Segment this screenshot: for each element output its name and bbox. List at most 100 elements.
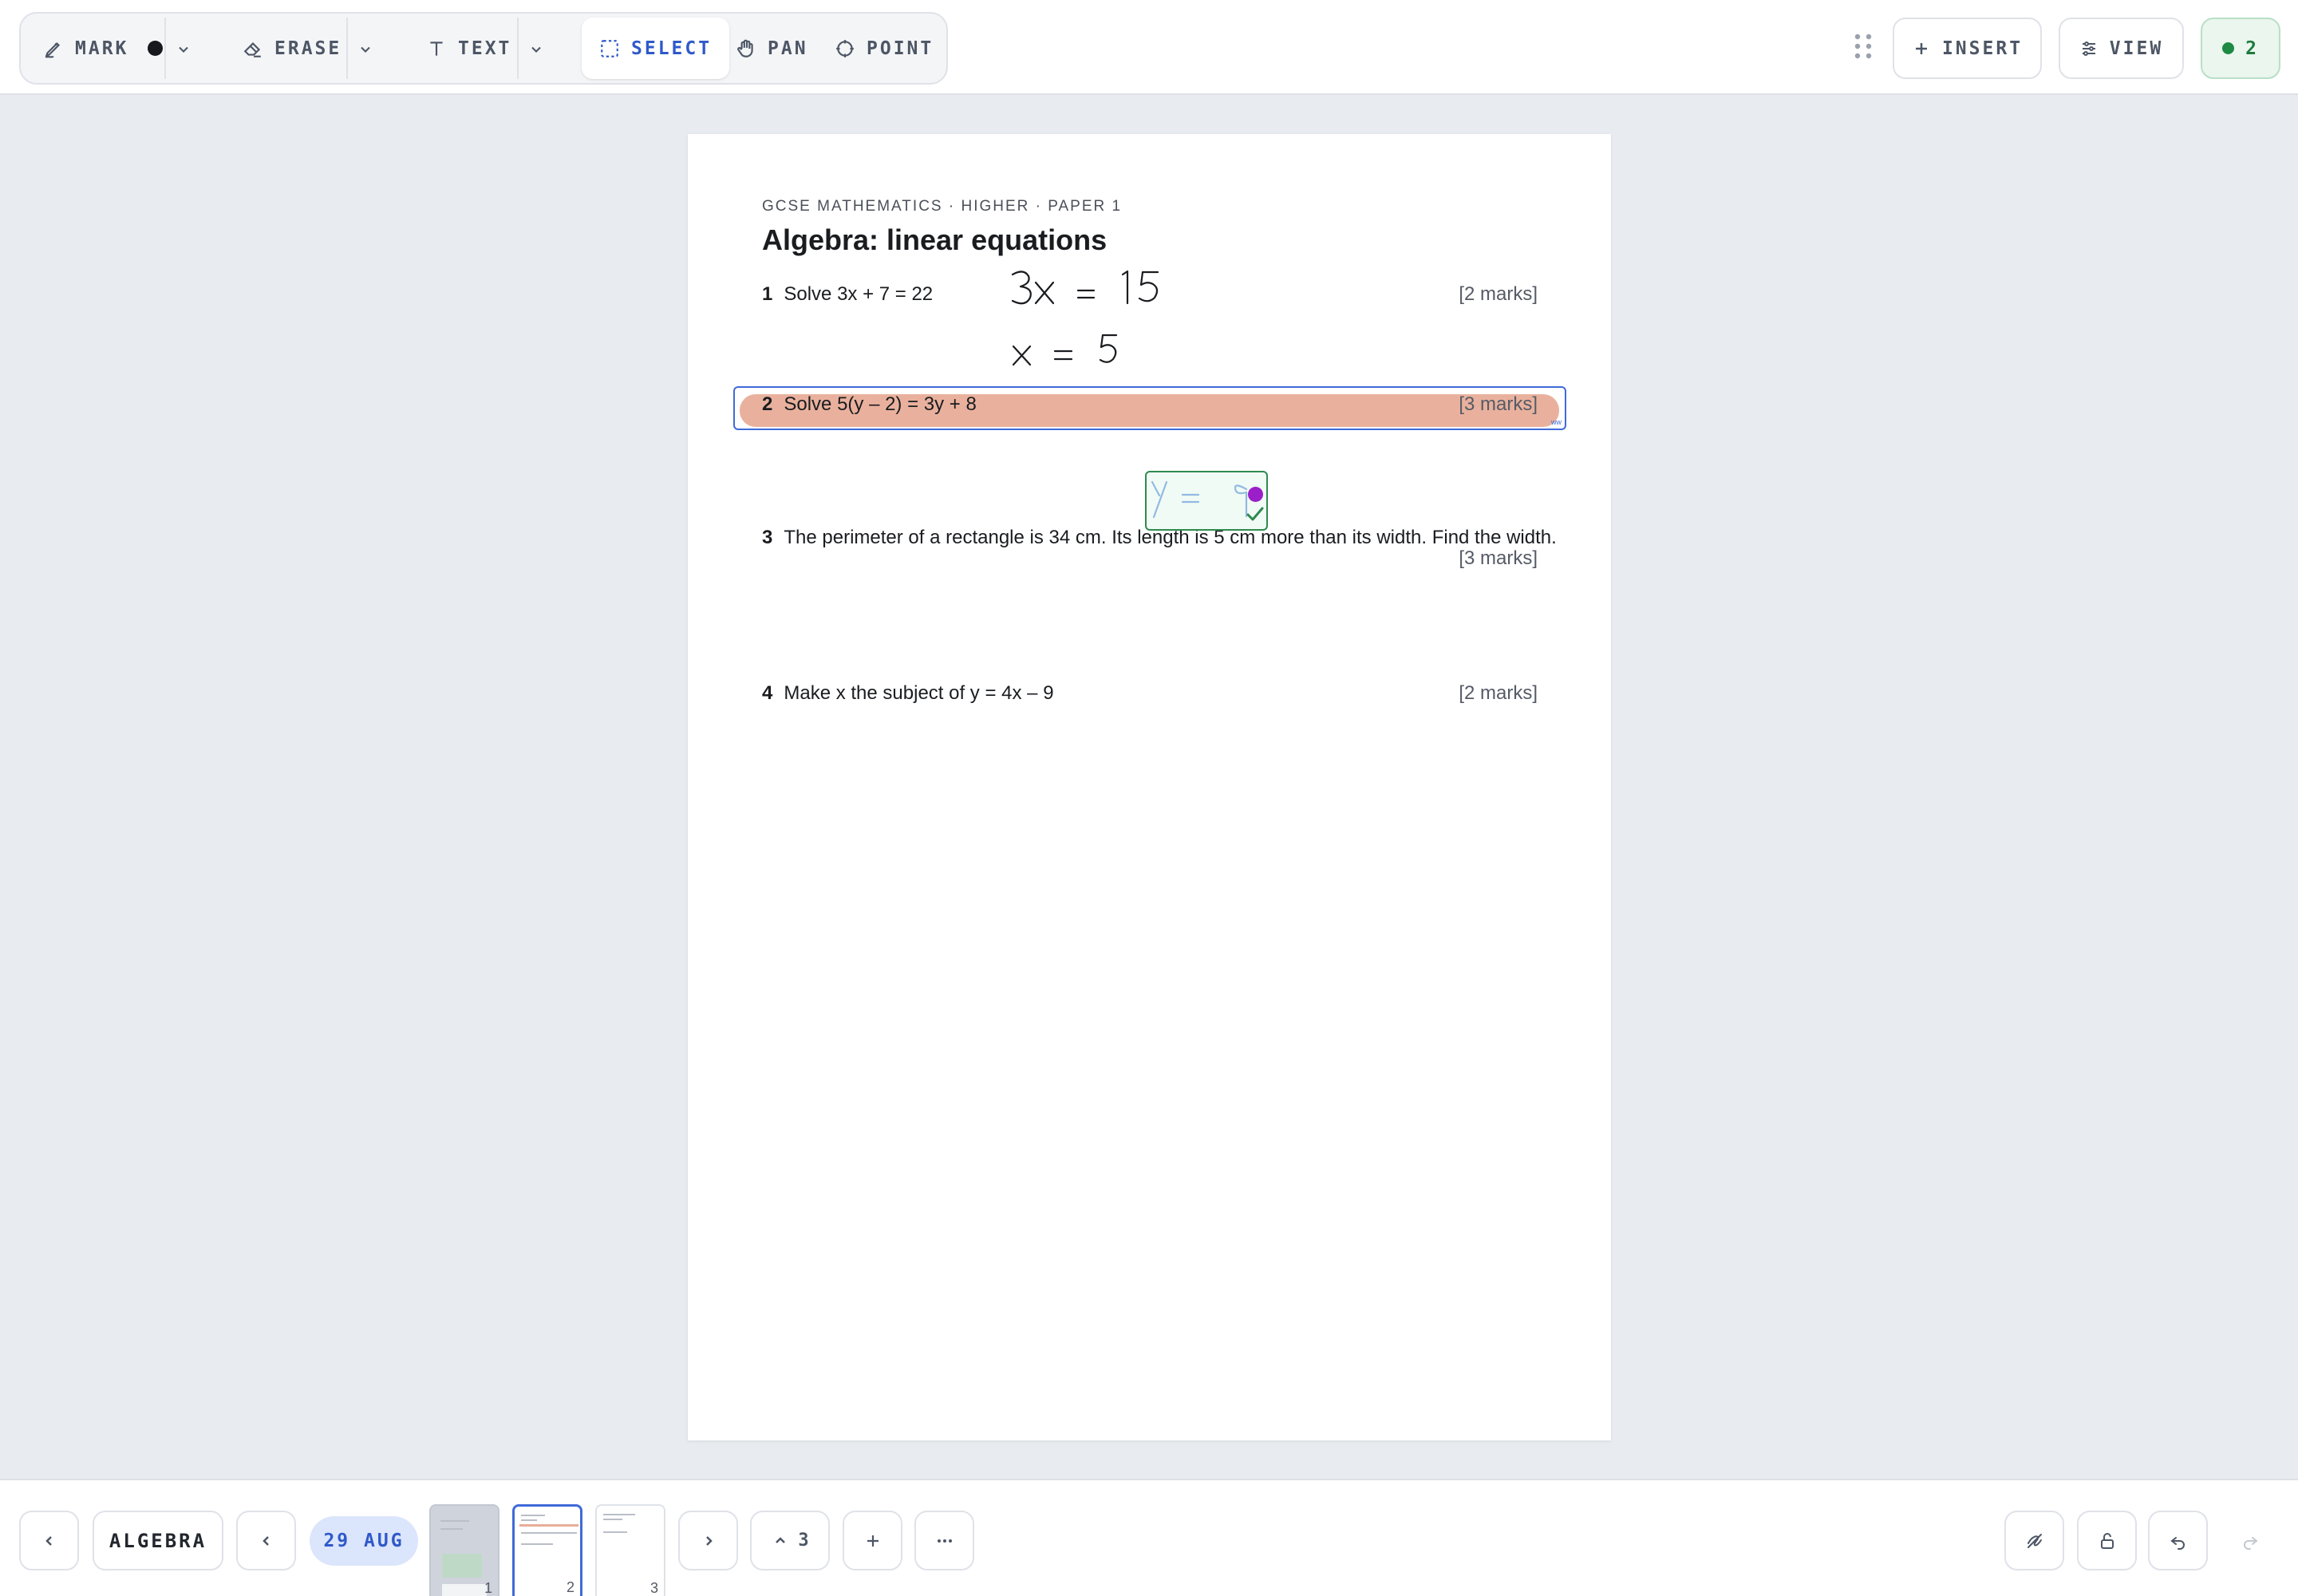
sliders-icon [2082,41,2095,56]
ink-settings-button[interactable] [2004,1511,2064,1570]
text-options-chevron-down-icon[interactable] [519,23,554,76]
view-label: VIEW [2109,38,2164,59]
worksheet-page[interactable]: GCSE MATHEMATICS · HIGHER · PAPER 1 Alge… [688,134,1611,1440]
text-tool-button[interactable]: TEXT [426,18,511,79]
page-thumbnail-3[interactable]: 3 [595,1504,665,1596]
eraser-icon [243,41,261,57]
erase-tool-label: ERASE [274,38,342,59]
pan-tool-button[interactable]: PAN [736,18,808,79]
question-number: 1 [762,283,773,305]
question-text: Solve 5(y – 2) = 3y + 8 [784,393,977,415]
unlock-icon [2100,1532,2114,1549]
crosshair-icon [836,39,854,57]
question-number: 4 [762,682,773,704]
handwriting-ink [1011,270,1248,519]
page-number: 2 [566,1579,574,1595]
question-text: Solve 3x + 7 = 22 [784,283,934,305]
thumbnail-line [521,1543,553,1545]
pan-tool-label: PAN [768,38,808,59]
mark-tool-label: MARK [75,38,129,59]
thumbnail-graph [442,1584,487,1596]
add-page-button[interactable] [843,1511,902,1570]
redo-button[interactable] [2220,1511,2280,1570]
select-tool-button[interactable]: SELECT [582,18,730,79]
online-status-dot-icon [2222,42,2235,54]
top-toolbar: MARK ERASE TEXT SELECT PAN POINT INSERT … [0,0,2298,95]
question-number: 3 [762,527,773,548]
thumbnail-line [603,1519,622,1520]
notebook-label: ALGEBRA [109,1529,207,1552]
checkmark-icon [1246,507,1264,521]
question-1: 1 Solve 3x + 7 = 22 [762,283,933,306]
participants-button[interactable]: 2 [2201,18,2280,79]
tool-group: MARK ERASE TEXT SELECT PAN POINT [19,12,948,85]
thumbnail-line [440,1520,469,1522]
point-tool-button[interactable]: POINT [835,18,934,79]
undo-button[interactable] [2148,1511,2208,1570]
page-number: 3 [650,1580,658,1596]
page-number: 1 [484,1580,492,1596]
question-2-marks: [3 marks] [1459,393,1538,415]
notebook-button[interactable]: ALGEBRA [93,1511,223,1570]
question-number: 2 [762,393,773,415]
select-tool-label: SELECT [631,38,713,59]
bottom-toolbar: ALGEBRA 29 AUG 1 2 3 3 [0,1479,2298,1596]
participants-count: 2 [2245,38,2259,59]
insert-label: INSERT [1941,38,2024,59]
answer-selection-box[interactable] [1145,471,1268,531]
more-options-button[interactable] [914,1511,974,1570]
resize-handle[interactable] [1248,487,1263,502]
hand-icon [737,39,753,57]
view-button[interactable]: VIEW [2059,18,2184,79]
thumbnail-graph [442,1554,482,1578]
handwritten-q1-line2 [1012,334,1118,366]
paper-header: GCSE MATHEMATICS · HIGHER · PAPER 1 [762,198,1123,215]
point-tool-label: POINT [867,38,934,59]
mark-tool-button[interactable]: MARK [43,18,164,79]
more-horizontal-icon [937,1539,952,1543]
page-title: Algebra: linear equations [762,223,1108,256]
selection-tag: ww [1551,418,1562,426]
question-4: 4 Make x the subject of y = 4x – 9 [762,682,1054,705]
redo-icon [2243,1536,2258,1550]
mark-color-swatch[interactable] [148,41,164,56]
question-3-marks: [3 marks] [1459,547,1538,569]
chevron-up-icon [776,1536,786,1543]
chevron-left-icon [262,1535,269,1546]
erase-options-chevron-down-icon[interactable] [348,23,383,76]
handwritten-q1-line1 [1011,270,1159,305]
text-icon [430,41,443,56]
chevron-left-icon [45,1535,52,1546]
thumbnail-highlight [519,1524,578,1527]
pen-icon [45,41,61,58]
question-text: Make x the subject of y = 4x – 9 [784,682,1054,704]
question-1-marks: [2 marks] [1459,283,1538,305]
scribble-icon [2027,1533,2042,1548]
previous-date-button[interactable] [236,1511,296,1570]
thumbnail-line [603,1531,627,1533]
date-pill[interactable]: 29 AUG [310,1516,418,1566]
thumbnail-line [440,1528,463,1530]
drag-handle-icon[interactable] [1853,34,1874,59]
page-thumbnail-2[interactable]: 2 [512,1504,582,1596]
chevron-right-icon [705,1535,713,1546]
undo-icon [2170,1536,2185,1550]
page-up-count: 3 [798,1531,809,1551]
sidebar-back-button[interactable] [19,1511,79,1570]
plus-icon [1915,42,1927,54]
thumbnail-line [603,1514,635,1515]
mark-options-chevron-down-icon[interactable] [166,23,201,76]
thumbnail-line [521,1519,537,1521]
lock-button[interactable] [2077,1511,2137,1570]
question-2: 2 Solve 5(y – 2) = 3y + 8 [762,393,977,416]
question-4-marks: [2 marks] [1459,682,1538,704]
page-thumbnail-1[interactable]: 1 [429,1504,499,1596]
thumbnail-line [521,1515,545,1516]
marquee-select-icon [601,39,618,57]
thumbnail-line [521,1532,577,1534]
page-up-button[interactable]: 3 [750,1511,830,1570]
text-tool-label: TEXT [458,38,512,59]
insert-button[interactable]: INSERT [1893,18,2042,79]
erase-tool-button[interactable]: ERASE [243,18,342,79]
next-page-button[interactable] [678,1511,738,1570]
